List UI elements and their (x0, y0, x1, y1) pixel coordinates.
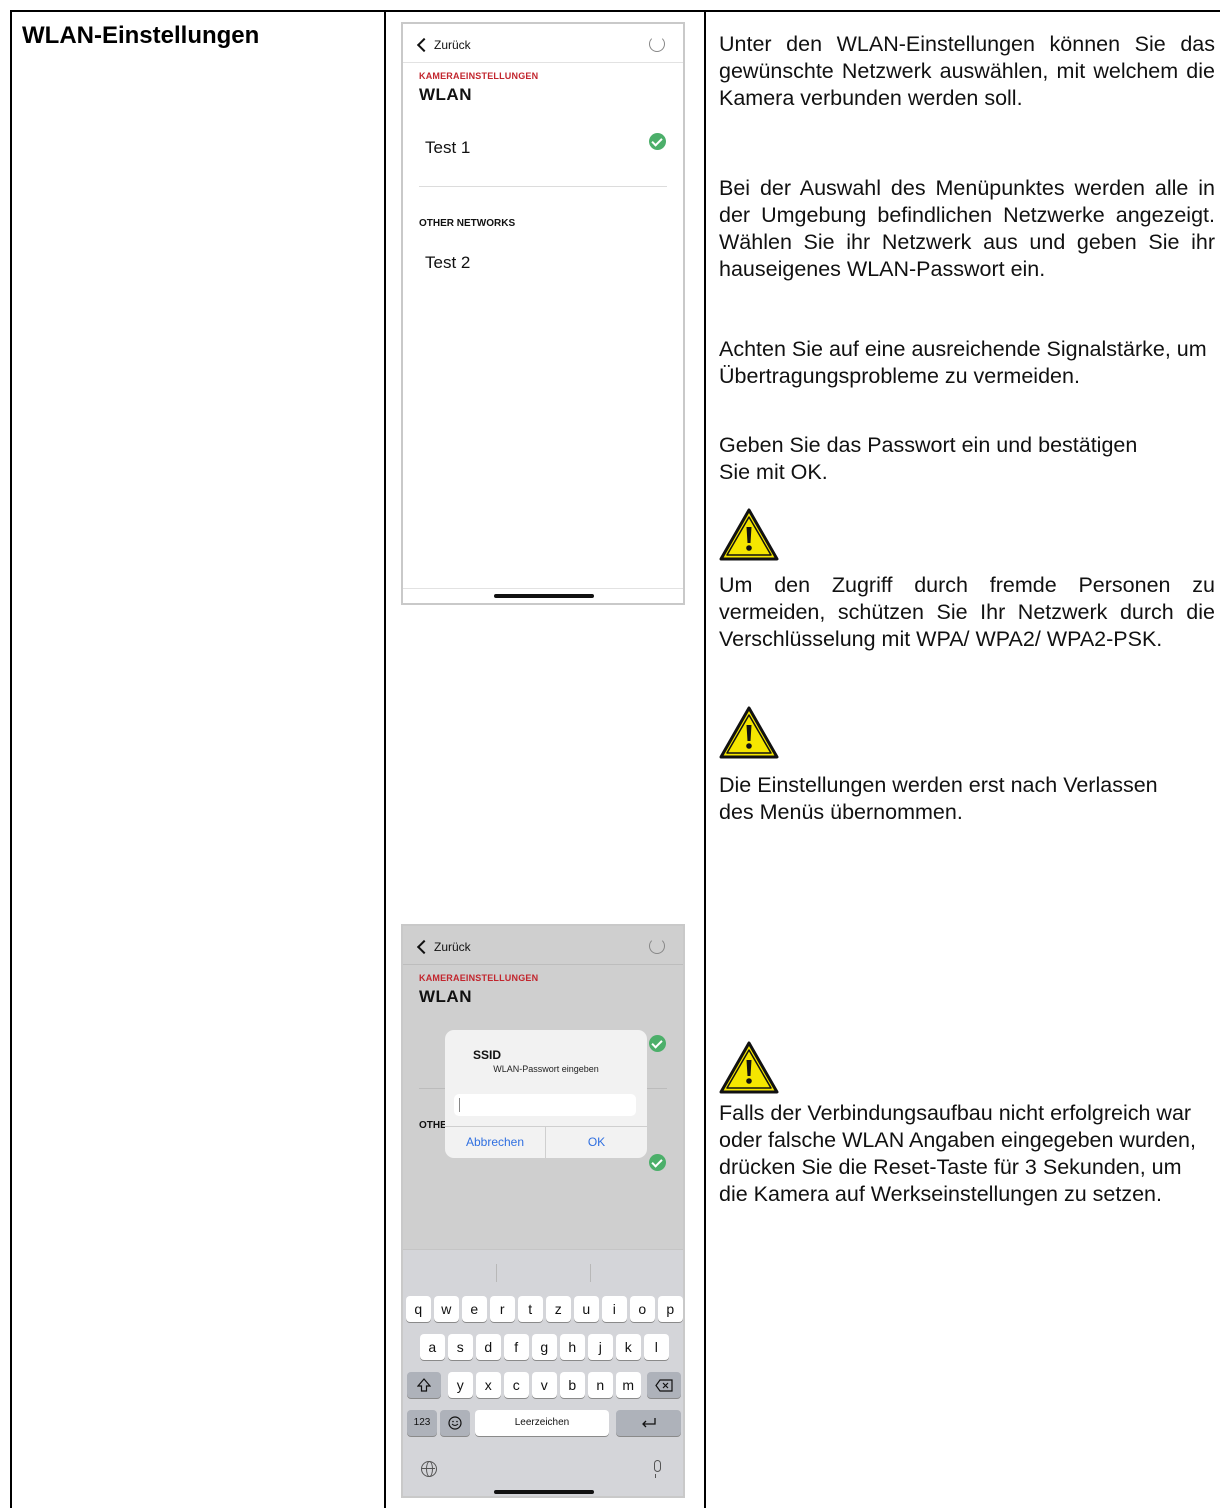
back-button[interactable]: Zurück (416, 939, 471, 955)
key-j[interactable]: j (588, 1334, 613, 1360)
phone-screenshot-network-list: Zurück KAMERAEINSTELLUNGEN WLAN Test 1 O… (401, 22, 685, 605)
dialog-subtitle: WLAN-Passwort eingeben (493, 1064, 599, 1074)
breadcrumb: KAMERAEINSTELLUNGEN (419, 973, 539, 983)
suggestion-divider (590, 1264, 591, 1282)
numbers-key[interactable]: 123 (407, 1410, 437, 1436)
home-indicator (494, 1490, 594, 1494)
shift-icon (416, 1378, 432, 1392)
page-title: WLAN (419, 85, 472, 104)
warning-icon (719, 1041, 779, 1094)
backspace-key[interactable] (647, 1372, 681, 1398)
key-t[interactable]: t (518, 1296, 543, 1322)
key-g[interactable]: g (532, 1334, 557, 1360)
network-item-test-2[interactable]: Test 2 (425, 253, 470, 273)
check-icon (649, 1154, 666, 1171)
key-c[interactable]: c (504, 1372, 529, 1398)
dialog-title: SSID (473, 1048, 502, 1062)
key-f[interactable]: f (504, 1334, 529, 1360)
refresh-icon[interactable] (649, 36, 665, 52)
key-x[interactable]: x (476, 1372, 501, 1398)
other-networks-header-truncated: OTHE (419, 1120, 447, 1131)
suggestion-divider (496, 1264, 497, 1282)
divider (419, 186, 667, 187)
warning-icon (719, 706, 779, 759)
refresh-icon[interactable] (649, 938, 665, 954)
column-divider (704, 10, 706, 1508)
paragraph: Die Einstellungen werden erst nach Verla… (719, 773, 1158, 824)
back-label: Zurück (434, 38, 471, 52)
globe-icon[interactable] (421, 1461, 437, 1477)
key-b[interactable]: b (560, 1372, 585, 1398)
divider (403, 588, 683, 589)
key-q[interactable]: q (406, 1296, 431, 1322)
backspace-icon (655, 1379, 673, 1392)
key-w[interactable]: w (434, 1296, 459, 1322)
home-indicator (494, 594, 594, 598)
password-dialog: SSID WLAN-Passwort eingeben Abbrechen OK (445, 1030, 647, 1158)
page-title: WLAN (419, 987, 472, 1006)
divider (403, 62, 683, 63)
column-divider (384, 10, 386, 1508)
text-caret (459, 1098, 460, 1112)
key-s[interactable]: s (448, 1334, 473, 1360)
key-h[interactable]: h (560, 1334, 585, 1360)
microphone-icon[interactable] (654, 1460, 661, 1478)
ok-button[interactable]: OK (546, 1126, 647, 1158)
key-l[interactable]: l (644, 1334, 669, 1360)
key-n[interactable]: n (588, 1372, 613, 1398)
chevron-left-icon (416, 939, 432, 955)
divider (403, 964, 683, 965)
phone-screenshot-password-dialog: Zurück KAMERAEINSTELLUNGEN WLAN OTHE SSI… (401, 924, 685, 1498)
cancel-button[interactable]: Abbrechen (445, 1126, 545, 1158)
paragraph: Um den Zugriff durch fremde Personen zu … (719, 573, 1215, 651)
emoji-key[interactable] (440, 1410, 470, 1436)
breadcrumb: KAMERAEINSTELLUNGEN (419, 71, 539, 81)
other-networks-header: OTHER NETWORKS (419, 218, 516, 229)
section-title: WLAN-Einstellungen (22, 22, 260, 49)
key-z[interactable]: z (546, 1296, 571, 1322)
back-button[interactable]: Zurück (416, 37, 471, 53)
shift-key[interactable] (407, 1372, 441, 1398)
key-m[interactable]: m (616, 1372, 641, 1398)
return-key[interactable] (616, 1410, 681, 1436)
space-key[interactable]: Leerzeichen (475, 1410, 609, 1436)
chevron-left-icon (416, 37, 432, 53)
key-y[interactable]: y (448, 1372, 473, 1398)
warning-icon (719, 508, 779, 561)
key-k[interactable]: k (616, 1334, 641, 1360)
key-r[interactable]: r (490, 1296, 515, 1322)
connected-check-icon (649, 1035, 666, 1052)
key-u[interactable]: u (574, 1296, 599, 1322)
back-label: Zurück (434, 940, 471, 954)
return-icon (641, 1418, 656, 1428)
key-i[interactable]: i (602, 1296, 627, 1322)
connected-check-icon (649, 133, 666, 150)
password-input[interactable] (454, 1094, 636, 1116)
paragraph: Falls der Verbindungsaufbau nicht erfolg… (719, 1101, 1196, 1206)
key-v[interactable]: v (532, 1372, 557, 1398)
paragraph: Achten Sie auf eine ausreichende Signals… (719, 337, 1207, 388)
key-p[interactable]: p (658, 1296, 683, 1322)
emoji-icon (448, 1416, 462, 1430)
network-item-test-1[interactable]: Test 1 (425, 138, 470, 158)
paragraph: Unter den WLAN-Einstellungen können Sie … (719, 32, 1215, 110)
paragraph: Geben Sie das Passwort ein und bestätige… (719, 433, 1138, 484)
key-e[interactable]: e (462, 1296, 487, 1322)
keyboard: qwertzuiop asdfghjkl yxcvbnm 123 Leerzei… (403, 1249, 683, 1496)
key-o[interactable]: o (630, 1296, 655, 1322)
key-a[interactable]: a (420, 1334, 445, 1360)
key-d[interactable]: d (476, 1334, 501, 1360)
paragraph: Bei der Auswahl des Menüpunktes werden a… (719, 176, 1215, 281)
